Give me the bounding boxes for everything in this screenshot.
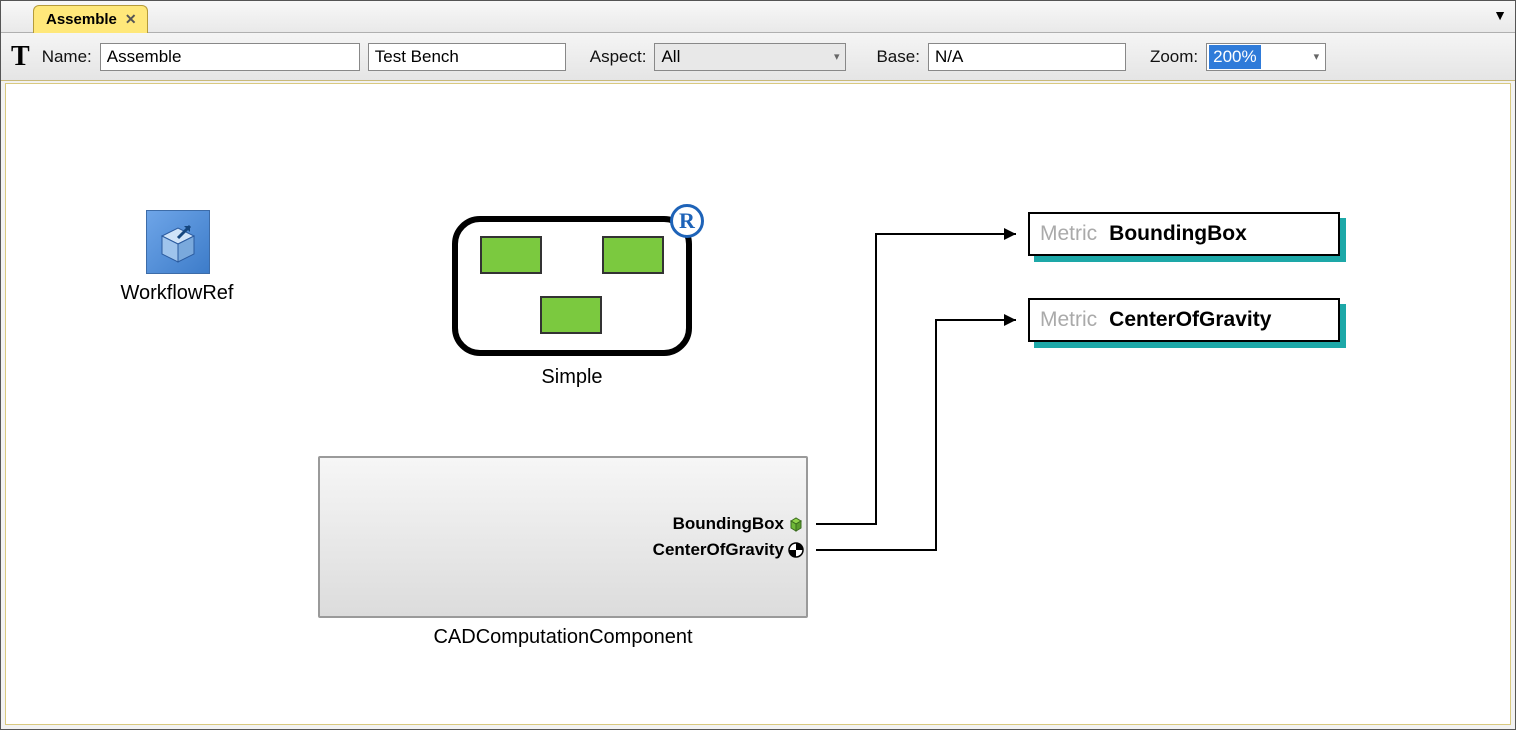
aspect-select[interactable]: All ▾ [654, 43, 846, 71]
port-label: BoundingBox [673, 514, 784, 534]
zoom-select[interactable]: 200% ▾ [1206, 43, 1326, 71]
block-icon [480, 236, 542, 274]
metric-prefix: Metric [1040, 308, 1097, 332]
aspect-label: Aspect: [590, 47, 647, 67]
base-input[interactable] [928, 43, 1126, 71]
metric-value: CenterOfGravity [1109, 308, 1271, 332]
metric-centerofgravity[interactable]: Metric CenterOfGravity [1028, 298, 1340, 342]
base-label: Base: [876, 47, 919, 67]
cad-component-label: CADComputationComponent [318, 626, 808, 649]
metric-prefix: Metric [1040, 222, 1097, 246]
port-boundingbox[interactable]: BoundingBox [673, 514, 804, 534]
block-icon [602, 236, 664, 274]
testbench-icon: T [7, 41, 34, 73]
diagram-canvas[interactable]: WorkflowRef R Simple BoundingBox C [5, 83, 1511, 725]
box-arrow-icon [154, 218, 202, 266]
close-icon[interactable]: ✕ [125, 11, 137, 28]
name-label: Name: [42, 47, 92, 67]
tab-assemble[interactable]: Assemble ✕ [33, 5, 148, 33]
tab-bar: Assemble ✕ ▼ [1, 1, 1515, 33]
toolbar: T Name: Aspect: All ▾ Base: Zoom: 200% ▾ [1, 33, 1515, 81]
type-input[interactable] [368, 43, 566, 71]
name-input[interactable] [100, 43, 360, 71]
cad-component-node[interactable]: BoundingBox CenterOfGravity [318, 456, 808, 618]
workflowref-node[interactable] [146, 210, 210, 274]
tab-menu-dropdown-icon[interactable]: ▼ [1493, 7, 1507, 23]
simple-node[interactable]: R [452, 216, 692, 356]
workflowref-label: WorkflowRef [102, 282, 252, 305]
center-of-gravity-icon [788, 542, 804, 558]
port-centerofgravity[interactable]: CenterOfGravity [653, 540, 804, 560]
zoom-value: 200% [1209, 45, 1260, 69]
metric-value: BoundingBox [1109, 222, 1247, 246]
zoom-label: Zoom: [1150, 47, 1198, 67]
tab-label: Assemble [46, 11, 117, 28]
editor-window: Assemble ✕ ▼ T Name: Aspect: All ▾ Base:… [0, 0, 1516, 730]
simple-label: Simple [452, 366, 692, 389]
aspect-value: All [661, 47, 680, 67]
block-icon [540, 296, 602, 334]
port-label: CenterOfGravity [653, 540, 784, 560]
simple-inner [458, 222, 686, 350]
cube-icon [788, 516, 804, 532]
chevron-down-icon: ▾ [1314, 50, 1326, 63]
chevron-down-icon: ▾ [834, 50, 840, 63]
metric-boundingbox[interactable]: Metric BoundingBox [1028, 212, 1340, 256]
